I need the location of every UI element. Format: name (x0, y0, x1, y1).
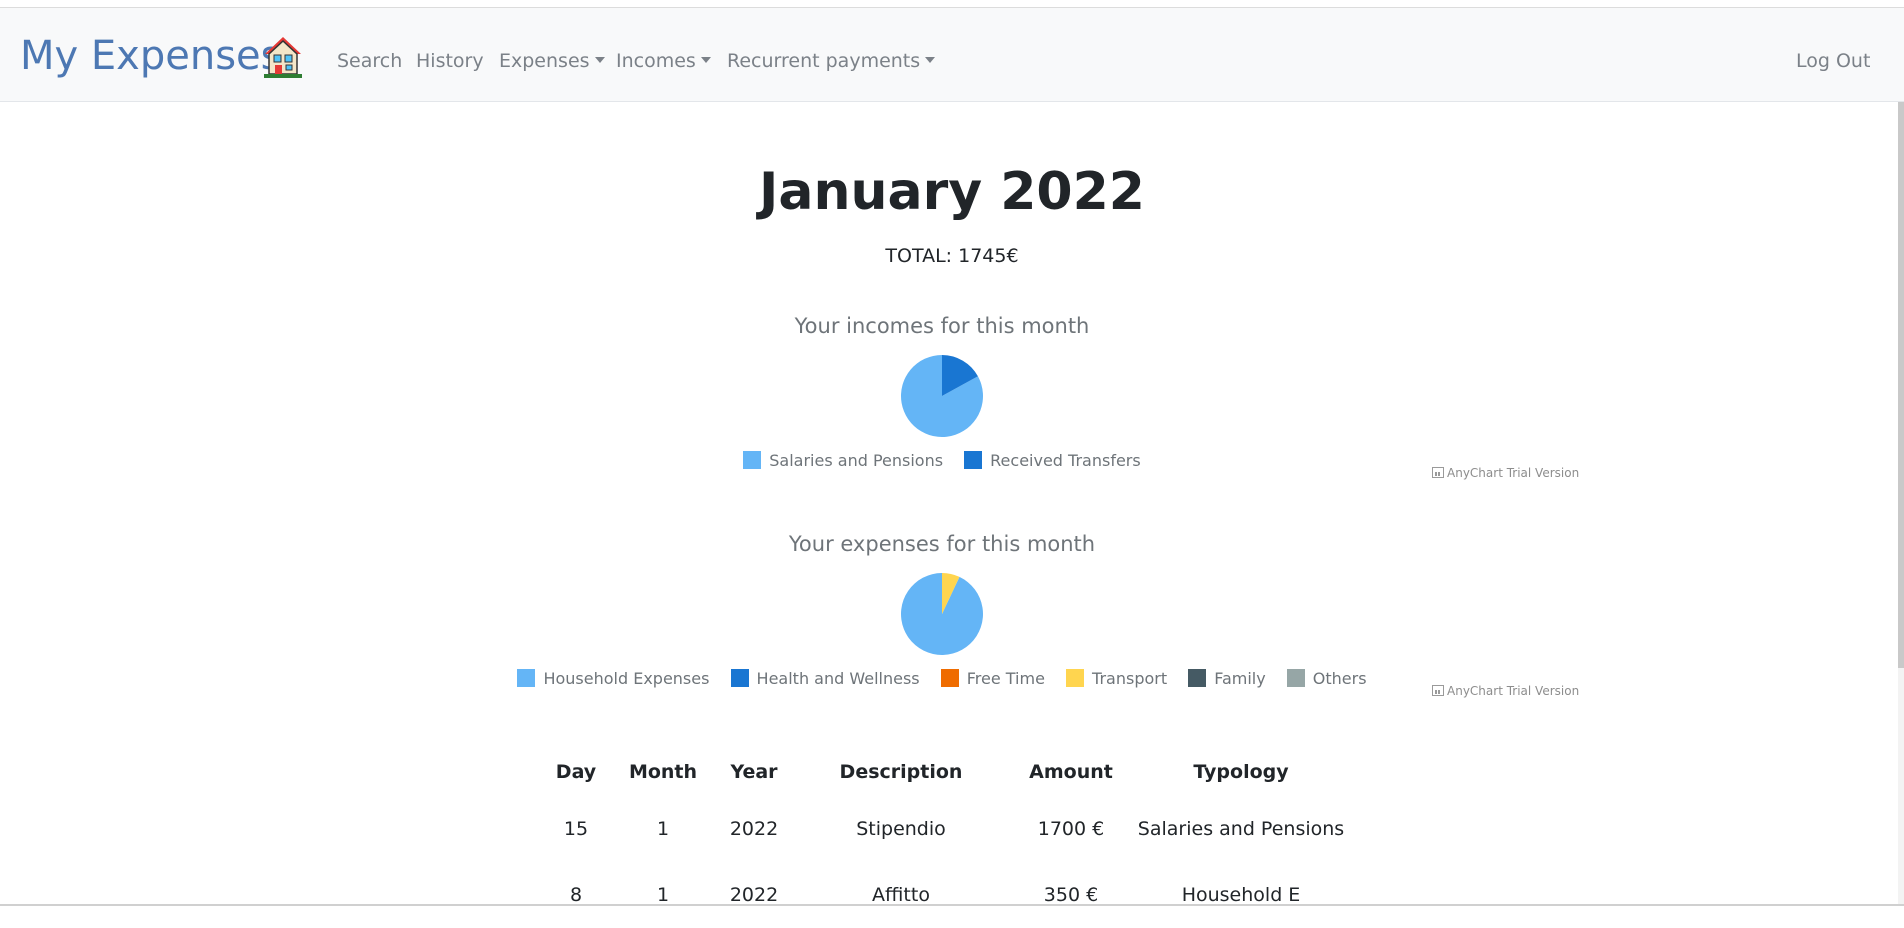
cell-typology: Salaries and Pensions (1137, 818, 1345, 840)
legend-label: Others (1312, 669, 1367, 688)
column-header-month: Month (628, 761, 698, 783)
legend-swatch (1188, 669, 1207, 687)
anychart-trial-label[interactable]: AnyChart Trial Version (1432, 684, 1579, 698)
column-header-day: Day (555, 761, 597, 783)
legend-label: Health and Wellness (756, 669, 920, 688)
nav-incomes-label: Incomes (616, 50, 696, 72)
cell-month: 1 (656, 818, 670, 840)
legend-swatch (964, 451, 983, 469)
legend-item-household[interactable]: Household Expenses (517, 669, 709, 688)
nav-expenses-label: Expenses (499, 50, 590, 72)
cell-amount: 1700 € (1037, 818, 1105, 840)
legend-item-transfers[interactable]: Received Transfers (964, 451, 1141, 470)
cell-month: 1 (656, 884, 670, 906)
table-header-row: Day Month Year Description Amount Typolo… (541, 748, 1349, 796)
legend-swatch (730, 669, 749, 687)
legend-label: Salaries and Pensions (769, 451, 944, 470)
chevron-down-icon (594, 57, 605, 63)
cell-day: 15 (563, 818, 589, 840)
expenses-chart-title: Your expenses for this month (788, 532, 1096, 556)
chart-icon (1432, 467, 1444, 478)
table-row[interactable]: 15 1 2022 Stipendio 1700 € Salaries and … (541, 796, 1349, 862)
transactions-table: Day Month Year Description Amount Typolo… (541, 748, 1349, 928)
legend-item-transport[interactable]: Transport (1066, 669, 1167, 688)
nav-history[interactable]: History (416, 50, 484, 72)
nav-search[interactable]: Search (337, 50, 402, 72)
window-top-border (0, 0, 1904, 8)
brand-link[interactable]: My Expenses (20, 33, 281, 79)
cell-typology: Household E (1181, 884, 1301, 906)
legend-item-family[interactable]: Family (1188, 669, 1266, 688)
column-header-amount: Amount (1029, 761, 1113, 783)
cell-day: 8 (569, 884, 583, 906)
cell-year: 2022 (729, 884, 779, 906)
cell-year: 2022 (729, 818, 779, 840)
cell-description: Affitto (872, 884, 930, 906)
legend-swatch (1286, 669, 1305, 687)
legend-swatch (1066, 669, 1085, 687)
incomes-legend: Salaries and Pensions Received Transfers (0, 451, 1884, 470)
chevron-down-icon (700, 57, 711, 63)
legend-item-others[interactable]: Others (1286, 669, 1367, 688)
legend-swatch (940, 669, 959, 687)
legend-item-health[interactable]: Health and Wellness (730, 669, 920, 688)
navbar: My Expenses Search History Expenses Inco… (0, 8, 1904, 102)
legend-label: Family (1214, 669, 1266, 688)
legend-label: Received Transfers (990, 451, 1141, 470)
expenses-legend: Household Expenses Health and Wellness F… (0, 669, 1884, 688)
legend-swatch (743, 451, 762, 469)
chart-icon (1432, 685, 1444, 696)
total-amount: TOTAL: 1745€ (885, 245, 1019, 267)
page-title: January 2022 (759, 162, 1145, 222)
column-header-description: Description (839, 761, 963, 783)
legend-label: Household Expenses (543, 669, 710, 688)
legend-swatch (517, 669, 536, 687)
legend-item-free-time[interactable]: Free Time (940, 669, 1045, 688)
scrollbar-thumb[interactable] (1898, 8, 1904, 668)
column-header-typology: Typology (1193, 761, 1289, 783)
logout-link[interactable]: Log Out (1796, 50, 1870, 72)
table-row[interactable]: 8 1 2022 Affitto 350 € Household E (541, 862, 1349, 928)
cell-amount: 350 € (1043, 884, 1099, 906)
legend-item-salaries[interactable]: Salaries and Pensions (743, 451, 943, 470)
chevron-down-icon (925, 57, 936, 63)
nav-recurrent-label: Recurrent payments (727, 50, 921, 72)
house-icon[interactable] (262, 34, 304, 80)
trial-text: AnyChart Trial Version (1447, 466, 1580, 480)
incomes-pie-chart[interactable] (900, 354, 984, 438)
incomes-chart-title: Your incomes for this month (794, 314, 1090, 338)
nav-recurrent-dropdown[interactable]: Recurrent payments (727, 50, 936, 72)
legend-label: Free Time (966, 669, 1045, 688)
nav-incomes-dropdown[interactable]: Incomes (616, 50, 711, 72)
nav-expenses-dropdown[interactable]: Expenses (499, 50, 605, 72)
cell-description: Stipendio (856, 818, 946, 840)
column-header-year: Year (730, 761, 778, 783)
expenses-pie-chart[interactable] (900, 572, 984, 656)
legend-label: Transport (1092, 669, 1168, 688)
anychart-trial-label[interactable]: AnyChart Trial Version (1432, 466, 1579, 480)
trial-text: AnyChart Trial Version (1447, 684, 1580, 698)
